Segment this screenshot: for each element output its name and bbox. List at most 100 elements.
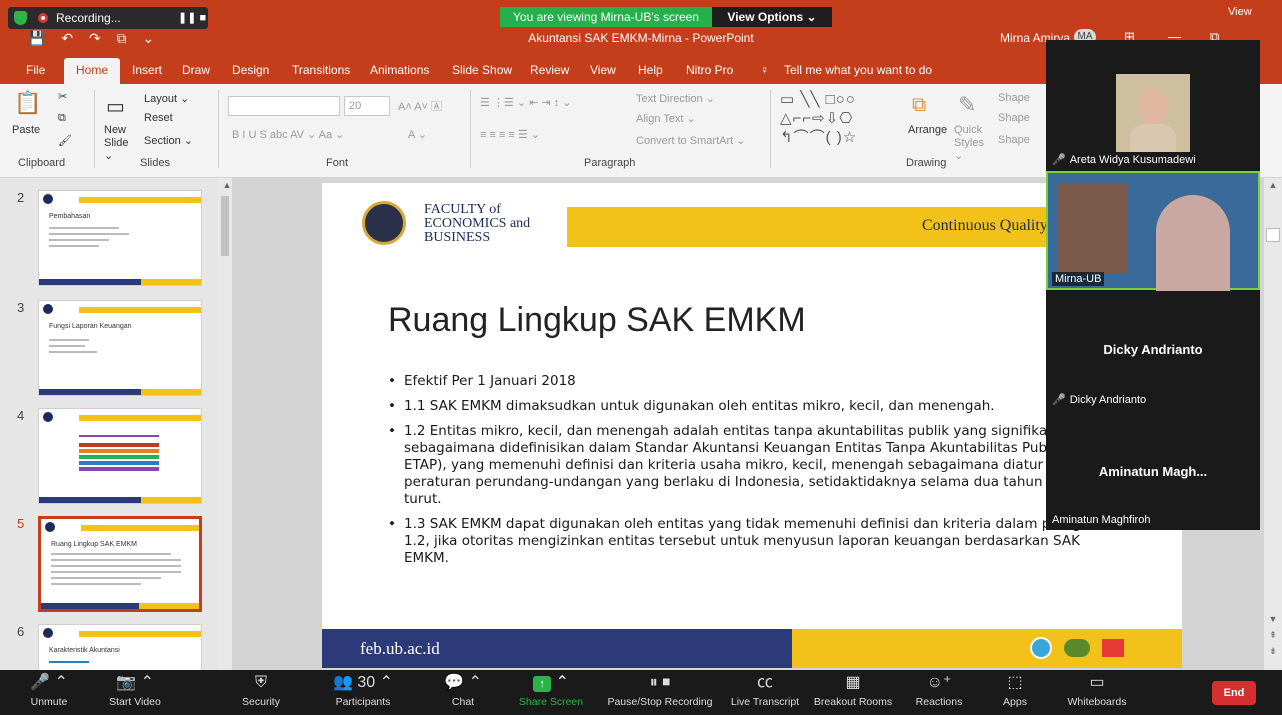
quick-styles-button[interactable]: Quick Styles ⌄ bbox=[954, 124, 990, 163]
apps-button[interactable]: ⬚ Apps bbox=[970, 670, 1060, 708]
scrollbar-thumb[interactable] bbox=[221, 196, 229, 256]
shape-fill-button[interactable]: Shape bbox=[998, 92, 1030, 104]
tab-review[interactable]: Review bbox=[530, 63, 569, 77]
tab-file[interactable]: File bbox=[26, 63, 45, 77]
thumbnail-number: 5 bbox=[17, 516, 25, 531]
arrange-icon[interactable]: ⧉ bbox=[912, 94, 926, 117]
section-button[interactable]: Section ⌄ bbox=[144, 134, 193, 147]
pause-stop-recording-button[interactable]: ⏸ ⏹ Pause/Stop Recording bbox=[600, 670, 720, 708]
participant-tile[interactable]: 🎤 Areta Widya Kusumadewi bbox=[1046, 40, 1260, 170]
participants-icon: 👥 30 ⌃ bbox=[332, 674, 393, 691]
toolbar-label: Live Transcript bbox=[730, 696, 800, 708]
slide-body[interactable]: Efektif Per 1 Januari 2018 1.1 SAK EMKM … bbox=[384, 373, 1124, 575]
shape-outline-button[interactable]: Shape bbox=[998, 112, 1030, 124]
bullet-item: 1.3 SAK EMKM dapat digunakan oleh entita… bbox=[384, 516, 1124, 567]
tab-transitions[interactable]: Transitions bbox=[292, 63, 350, 77]
tab-design[interactable]: Design bbox=[232, 63, 269, 77]
tab-help[interactable]: Help bbox=[638, 63, 663, 77]
cut-icon[interactable]: ✂ bbox=[58, 90, 67, 103]
text-direction-button[interactable]: Text Direction ⌄ bbox=[636, 92, 715, 105]
align-text-button[interactable]: Align Text ⌄ bbox=[636, 112, 696, 125]
participant-tile[interactable]: Aminatun Magh... Aminatun Maghfiroh bbox=[1046, 410, 1260, 530]
separator bbox=[218, 90, 219, 168]
slide-thumbnail[interactable] bbox=[38, 408, 202, 504]
thumbnail-scrollbar[interactable]: ▲ bbox=[218, 178, 232, 670]
copy-icon[interactable]: ⧉ bbox=[58, 112, 66, 125]
paste-button[interactable]: Paste bbox=[12, 124, 40, 136]
alignment-icons[interactable]: ≡ ≡ ≡ ≡ ☰ ⌄ bbox=[480, 128, 540, 141]
start-video-button[interactable]: 📷 ⌃ Start Video bbox=[90, 670, 180, 708]
shapes-gallery[interactable]: ▭ ╲╲ □○○ △⌐⌐⇨⇩⎔ ↰⌒⌒( )☆ bbox=[780, 90, 904, 150]
cc-icon: ㏄ bbox=[756, 674, 773, 691]
slide-thumbnail[interactable]: Fungsi Laporan Keuangan bbox=[38, 300, 202, 396]
layout-button[interactable]: Layout ⌄ bbox=[144, 92, 189, 105]
paragraph-group-label: Paragraph bbox=[584, 157, 636, 169]
thumbnail-title: Ruang Lingkup SAK EMKM bbox=[51, 541, 137, 548]
font-size-field[interactable]: 20 bbox=[344, 96, 390, 116]
tab-home[interactable]: Home bbox=[64, 58, 121, 85]
whiteboards-button[interactable]: ▭ Whiteboards bbox=[1052, 670, 1142, 708]
unmute-button[interactable]: 🎤 ⌃ Unmute bbox=[4, 670, 94, 708]
font-color-icon[interactable]: A ⌄ bbox=[408, 128, 427, 141]
toolbar-label: Share Screen bbox=[518, 696, 584, 708]
tab-view[interactable]: View bbox=[590, 63, 616, 77]
recording-label: Recording... bbox=[56, 11, 121, 25]
new-slide-icon[interactable]: ▭ bbox=[106, 94, 125, 119]
slide-thumbnail[interactable]: Pembahasan bbox=[38, 190, 202, 286]
reset-button[interactable]: Reset bbox=[144, 112, 173, 124]
recording-controls[interactable]: ❚❚ ■ bbox=[178, 11, 206, 24]
tell-me-search[interactable]: Tell me what you want to do bbox=[784, 63, 932, 77]
breakout-rooms-button[interactable]: ▦ Breakout Rooms bbox=[808, 670, 898, 708]
end-meeting-button[interactable]: End bbox=[1212, 681, 1256, 705]
convert-smartart-button[interactable]: Convert to SmartArt ⌄ bbox=[636, 134, 745, 147]
thumbnail-bar bbox=[79, 197, 201, 203]
list-icons[interactable]: ☰ ⋮☰ ⌄ ⇤ ⇥ ↕ ⌄ bbox=[480, 96, 571, 109]
thumbnail-line bbox=[49, 227, 119, 229]
slide-title[interactable]: Ruang Lingkup SAK EMKM bbox=[388, 301, 806, 340]
paste-icon[interactable]: 📋 bbox=[14, 90, 41, 116]
next-slide-icon[interactable]: ⇟ bbox=[1266, 646, 1280, 660]
scroll-down-icon[interactable]: ▼ bbox=[1266, 614, 1280, 628]
slide-thumbnail-pane: 2 Pembahasan 3 Fungsi Laporan Keuangan 4… bbox=[0, 178, 232, 670]
format-painter-icon[interactable]: 🖌 bbox=[58, 134, 72, 147]
quick-styles-icon[interactable]: ✎ bbox=[958, 92, 976, 118]
thumbnail-line bbox=[51, 559, 181, 561]
thumbnail-line bbox=[49, 351, 97, 353]
tab-draw[interactable]: Draw bbox=[182, 63, 210, 77]
active-speaker-tile[interactable]: Mirna-UB bbox=[1046, 171, 1260, 291]
tab-nitro-pro[interactable]: Nitro Pro bbox=[686, 63, 733, 77]
live-transcript-button[interactable]: ㏄ Live Transcript bbox=[720, 670, 810, 708]
security-button[interactable]: ⛨ Security bbox=[216, 670, 306, 708]
scrollbar-thumb[interactable] bbox=[1266, 228, 1280, 242]
shape-effects-button[interactable]: Shape bbox=[998, 134, 1030, 146]
font-format-row[interactable]: B I U S abc AV ⌄ Aa ⌄ bbox=[232, 128, 344, 141]
arrange-button[interactable]: Arrange bbox=[908, 124, 947, 136]
tab-insert[interactable]: Insert bbox=[132, 63, 162, 77]
thumbnail-title: Karakteristik Akuntansi bbox=[49, 647, 120, 654]
font-grow-shrink-icon[interactable]: A˄ A˅ 🄰 bbox=[398, 98, 442, 114]
participants-button[interactable]: 👥 30 ⌃ Participants bbox=[318, 670, 408, 708]
slides-group-label: Slides bbox=[140, 157, 170, 169]
share-screen-button[interactable]: ↑ ⌃ Share Screen bbox=[506, 670, 596, 708]
view-options-button[interactable]: View Options ⌄ bbox=[712, 7, 832, 27]
scroll-up-icon[interactable]: ▲ bbox=[1266, 180, 1280, 194]
thumbnail-line bbox=[49, 239, 109, 241]
chat-button[interactable]: 💬 ⌃ Chat bbox=[418, 670, 508, 708]
slide-thumbnail-selected[interactable]: Ruang Lingkup SAK EMKM bbox=[38, 516, 202, 612]
tab-animations[interactable]: Animations bbox=[370, 63, 429, 77]
participant-tile[interactable]: Dicky Andrianto 🎤 Dicky Andrianto bbox=[1046, 292, 1260, 410]
thumbnail-line bbox=[49, 339, 89, 341]
tab-slide-show[interactable]: Slide Show bbox=[452, 63, 512, 77]
participant-name: 🎤 Dicky Andrianto bbox=[1052, 393, 1146, 406]
thumbnail-line bbox=[51, 553, 171, 555]
toolbar-label: Breakout Rooms bbox=[813, 696, 893, 708]
previous-slide-icon[interactable]: ⇞ bbox=[1266, 630, 1280, 644]
slide-thumbnail[interactable]: Karakteristik Akuntansi bbox=[38, 624, 202, 670]
editor-scrollbar[interactable]: ▲ ▼ ⇞ ⇟ bbox=[1264, 178, 1282, 670]
new-slide-button[interactable]: New Slide ⌄ bbox=[104, 124, 140, 163]
view-button[interactable]: View bbox=[1228, 6, 1252, 18]
viewing-banner: You are viewing Mirna-UB's screen bbox=[500, 7, 712, 27]
font-name-field[interactable] bbox=[228, 96, 340, 116]
participant-name: 🎤 Areta Widya Kusumadewi bbox=[1052, 153, 1196, 166]
apps-icon: ⬚ bbox=[1007, 674, 1023, 691]
